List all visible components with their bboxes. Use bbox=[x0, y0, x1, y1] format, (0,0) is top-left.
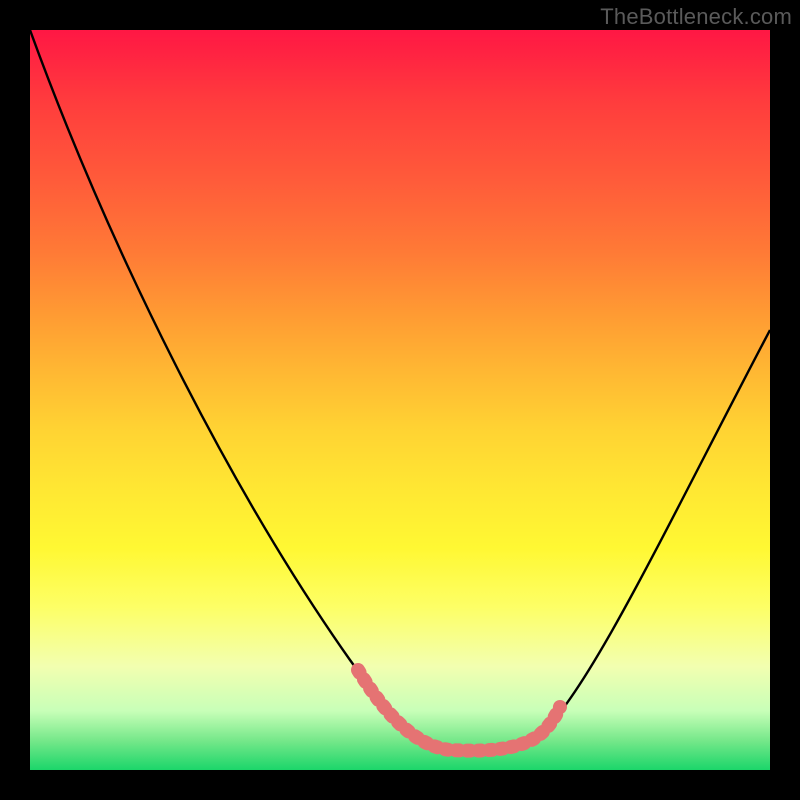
chart-svg bbox=[30, 30, 770, 770]
sweet-spot-highlight bbox=[358, 670, 560, 751]
watermark: TheBottleneck.com bbox=[600, 4, 792, 30]
plot-area bbox=[30, 30, 770, 770]
bottleneck-curve bbox=[30, 30, 770, 751]
